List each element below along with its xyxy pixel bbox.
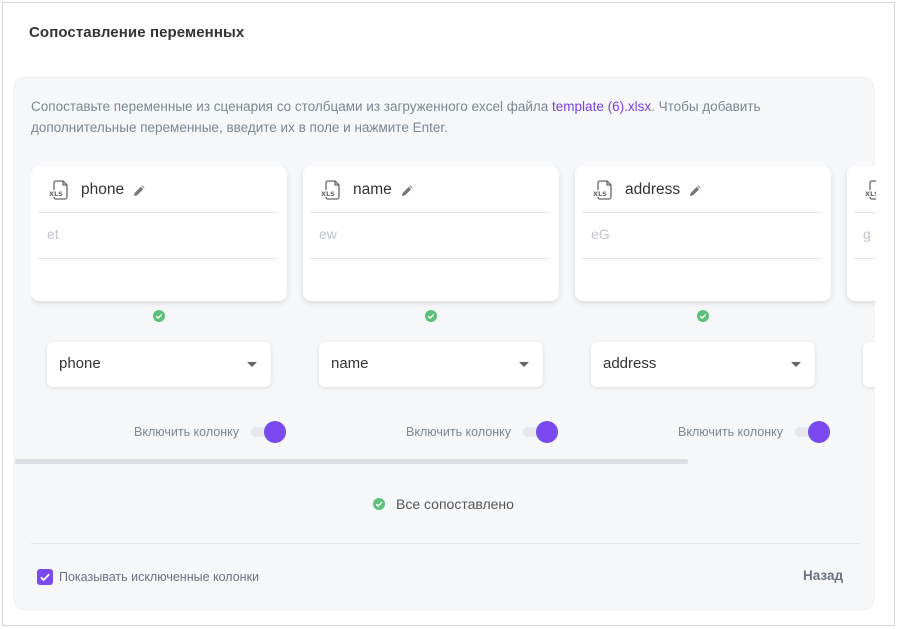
column-card: XLS phone et	[31, 166, 287, 301]
card-divider	[38, 212, 277, 213]
column-card: XLS address eG	[575, 166, 831, 301]
card-divider	[310, 212, 549, 213]
include-column-label: Включить колонку	[134, 425, 239, 439]
description-text: Сопоставьте переменные из сценария со ст…	[31, 96, 846, 138]
mapping-panel: Сопоставьте переменные из сценария со ст…	[14, 77, 876, 610]
chevron-down-icon	[791, 362, 801, 367]
select-value: phone	[59, 355, 101, 372]
card-divider	[38, 258, 277, 259]
xls-file-icon: XLS	[320, 180, 342, 200]
check-circle-icon	[425, 310, 437, 322]
column-card-group: XLS phone et phone Включить колонку	[31, 166, 287, 456]
column-card: XLS g	[847, 166, 876, 301]
column-mapping-select[interactable]: phone	[47, 342, 271, 387]
svg-text:XLS: XLS	[865, 190, 876, 198]
column-name: name	[353, 181, 392, 198]
include-column-toggle[interactable]	[793, 421, 831, 443]
chevron-down-icon	[247, 362, 257, 367]
column-mapping-select[interactable]: address	[591, 342, 815, 387]
card-divider	[854, 258, 876, 259]
check-circle-icon	[373, 498, 385, 510]
mapping-dialog: Сопоставление переменных Сопоставьте пер…	[2, 2, 895, 626]
include-column-label: Включить колонку	[406, 425, 511, 439]
xls-file-icon: XLS	[864, 180, 876, 200]
include-column-row: Включить колонку	[678, 421, 831, 443]
xls-file-icon: XLS	[48, 180, 70, 200]
status-row: Все сопоставлено	[373, 496, 514, 512]
select-value: name	[331, 355, 369, 372]
include-column-toggle[interactable]	[249, 421, 287, 443]
pencil-icon[interactable]	[401, 184, 413, 196]
status-text: Все сопоставлено	[396, 496, 514, 512]
sample-value: et	[47, 226, 59, 242]
card-divider	[310, 258, 549, 259]
column-card-group: XLS address eG address Включить колонку	[575, 166, 831, 456]
file-link[interactable]: template (6).xlsx	[552, 99, 651, 114]
xls-file-icon: XLS	[592, 180, 614, 200]
column-name: phone	[81, 181, 125, 198]
show-excluded-checkbox[interactable]: Показывать исключенные колонки	[37, 569, 259, 585]
column-mapping-select[interactable]: name	[319, 342, 543, 387]
sample-value: eG	[591, 226, 610, 242]
include-column-toggle[interactable]	[521, 421, 559, 443]
include-column-row: Включить колонку	[134, 421, 287, 443]
svg-text:XLS: XLS	[321, 190, 335, 198]
column-mapping-select[interactable]	[863, 342, 876, 387]
horizontal-scrollbar[interactable]	[15, 459, 688, 464]
dialog-title: Сопоставление переменных	[29, 24, 245, 41]
back-button[interactable]: Назад	[803, 568, 843, 583]
check-circle-icon	[153, 310, 165, 322]
checkbox-checked-icon[interactable]	[37, 569, 53, 585]
column-card-group: XLS g	[847, 166, 876, 456]
include-column-label: Включить колонку	[678, 425, 783, 439]
card-divider	[582, 212, 821, 213]
column-name: address	[625, 181, 681, 198]
sample-value: g	[863, 226, 871, 242]
columns-scroll-area[interactable]: XLS phone et phone Включить колонку XLS …	[31, 166, 876, 461]
description-before: Сопоставьте переменные из сценария со ст…	[31, 99, 553, 114]
include-column-row: Включить колонку	[406, 421, 559, 443]
show-excluded-label: Показывать исключенные колонки	[59, 570, 260, 584]
card-divider	[854, 212, 876, 213]
card-divider	[582, 258, 821, 259]
column-card: XLS name ew	[303, 166, 559, 301]
chevron-down-icon	[519, 362, 529, 367]
pencil-icon[interactable]	[689, 184, 701, 196]
svg-text:XLS: XLS	[49, 190, 63, 198]
check-circle-icon	[697, 310, 709, 322]
select-value: address	[603, 355, 657, 372]
footer-divider	[31, 543, 860, 544]
svg-text:XLS: XLS	[593, 190, 607, 198]
column-card-group: XLS name ew name Включить колонку	[303, 166, 559, 456]
pencil-icon[interactable]	[133, 184, 145, 196]
sample-value: ew	[319, 226, 337, 242]
